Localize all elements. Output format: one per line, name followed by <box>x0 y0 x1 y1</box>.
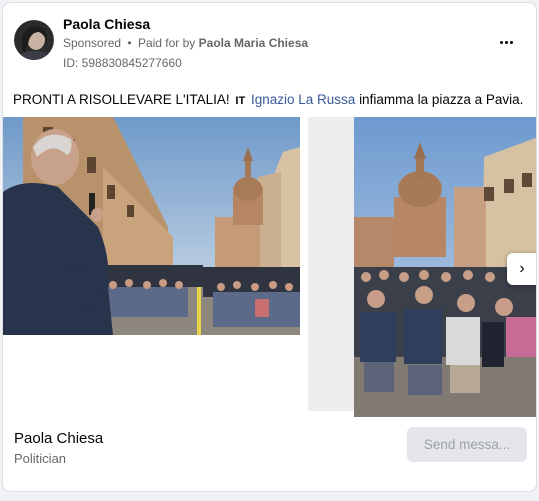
profile-photo <box>14 20 54 60</box>
sponsored-label: Sponsored <box>63 36 122 50</box>
carousel-next-button[interactable]: › <box>507 253 536 285</box>
rally-photo-speaker[interactable] <box>3 117 300 335</box>
separator: • <box>127 36 132 50</box>
post-text: PRONTI A RISOLLEVARE L'ITALIA! IT Ignazi… <box>13 92 523 107</box>
chevron-right-icon: › <box>519 260 525 277</box>
more-horizontal-icon <box>499 40 514 44</box>
author-name[interactable]: Paola Chiesa <box>63 16 150 32</box>
post-text-intro: PRONTI A RISOLLEVARE L'ITALIA! <box>13 92 230 107</box>
speaker-photo <box>3 117 300 335</box>
paid-for-prefix: Paid for by <box>137 36 196 50</box>
post-text-end: infiamma la piazza a Pavia. <box>359 92 524 107</box>
ad-card: Paola Chiesa Sponsored • Paid for by Pao… <box>2 2 537 492</box>
ad-id: ID: 598830845277660 <box>63 56 182 70</box>
more-options-button[interactable] <box>491 29 521 55</box>
page-name[interactable]: Paola Chiesa <box>14 430 103 447</box>
sponsor-line: Sponsored • Paid for by Paola Maria Chie… <box>63 36 308 50</box>
paid-for-name: Paola Maria Chiesa <box>198 36 309 50</box>
avatar[interactable] <box>14 20 54 60</box>
send-message-button[interactable]: Send messa... <box>407 427 527 462</box>
country-flag-tag: IT <box>235 95 246 107</box>
image-carousel: › <box>3 117 536 419</box>
page-category: Politician <box>14 451 67 466</box>
mention-link[interactable]: Ignazio La Russa <box>251 92 355 107</box>
